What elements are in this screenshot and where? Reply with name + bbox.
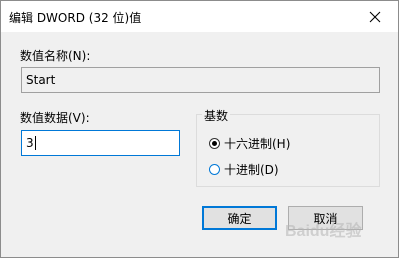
ok-button[interactable]: 确定 [202,206,277,230]
radio-decimal-label: 十进制(D) [224,163,279,177]
value-name-label: 数值名称(N): [20,49,91,63]
radio-hexadecimal[interactable]: 十六进制(H) [209,135,290,152]
radio-decimal[interactable]: 十进制(D) [209,161,279,178]
watermark-logo: Baidu经验 [285,223,362,240]
value-data-input[interactable]: 3 [21,130,180,156]
close-icon [369,11,381,22]
close-button[interactable] [352,1,398,32]
value-name-field: Start [21,67,380,93]
value-data-label: 数值数据(V): [20,111,90,125]
radio-selected-icon [209,138,220,149]
radio-hexadecimal-label: 十六进制(H) [224,137,291,151]
radio-unselected-icon [209,164,220,175]
value-name-text: Start [26,73,56,87]
value-data-text: 3 [26,136,34,150]
base-group-label: 基数 [202,107,231,124]
text-caret [34,136,36,150]
window-title: 编辑 DWORD (32 位)值 [9,11,142,25]
dword-edit-dialog: 编辑 DWORD (32 位)值 数值名称(N): Start 数值数据(V):… [0,0,399,258]
title-bar: 编辑 DWORD (32 位)值 [1,1,398,32]
